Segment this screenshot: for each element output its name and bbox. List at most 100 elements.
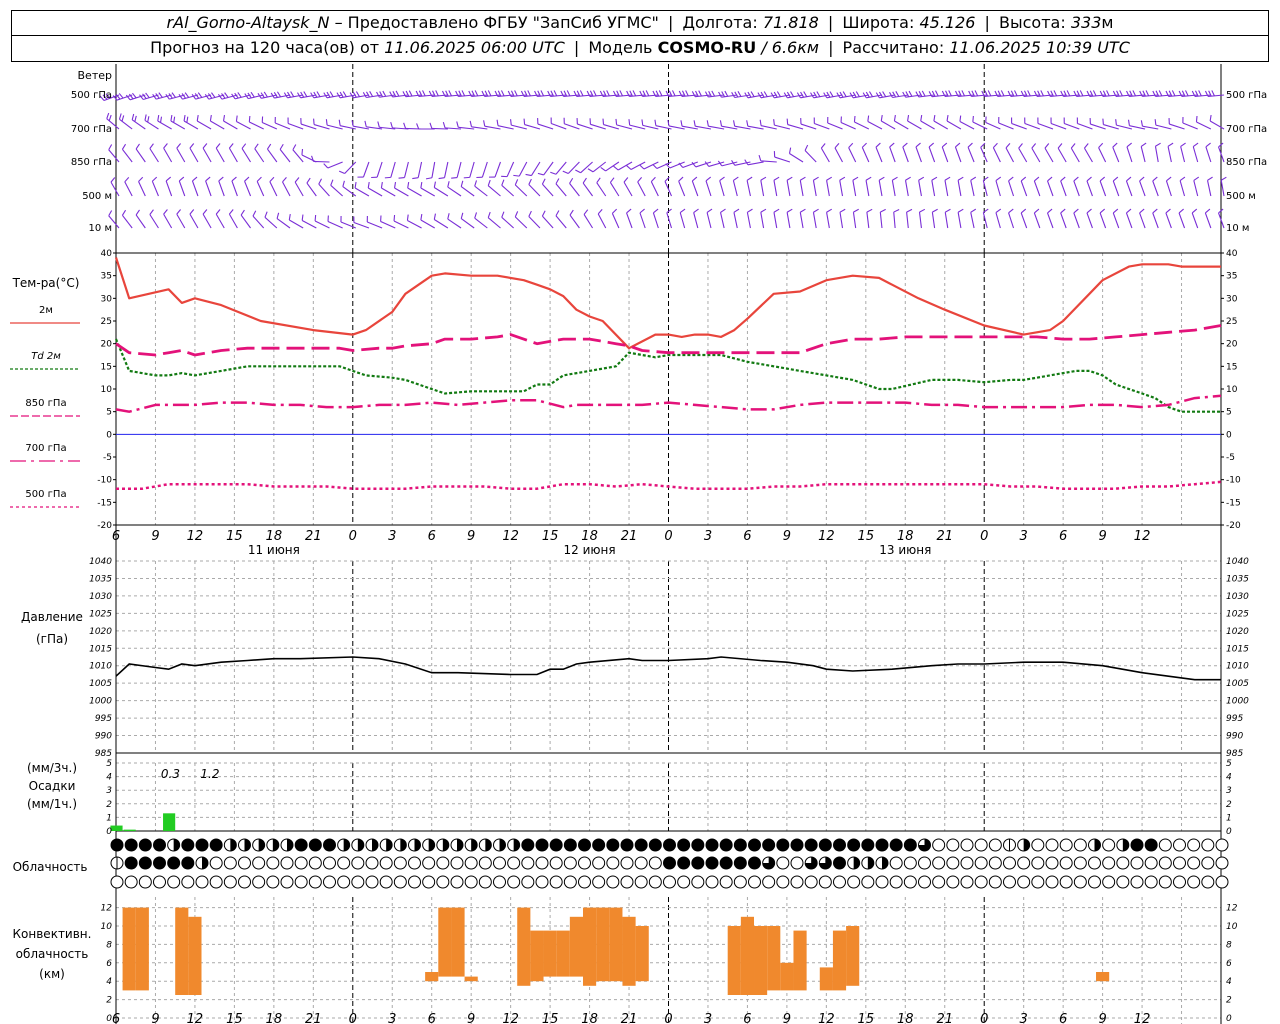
cloud-circle-fill [578, 839, 591, 851]
cloud-circle [436, 875, 450, 889]
wind-barb-staff [1020, 212, 1028, 229]
wind-barb-staff [344, 161, 357, 174]
wind-barb-staff [431, 127, 448, 130]
wind-barb-staff [626, 212, 633, 229]
pressure-tick-left: 1035 [89, 574, 112, 584]
wind-barb-feather [292, 144, 297, 151]
wind-barb [474, 212, 488, 229]
cloud-circle [648, 875, 662, 889]
cloud-circle-outline [450, 856, 464, 870]
wind-barb [954, 142, 962, 163]
temp-tick-right: 30 [1226, 294, 1238, 304]
cloud-circle [606, 875, 620, 889]
cloud-circle-outline [1031, 856, 1045, 870]
bottom-time-axis-tick-label: 18 [581, 1012, 598, 1024]
cloud-circle [918, 838, 931, 852]
wind-barb-feather [776, 91, 781, 97]
cloud-circle [308, 856, 322, 870]
wind-barb-feather [108, 144, 113, 151]
wind-barb-feather [632, 90, 637, 97]
cloud-circle [323, 838, 336, 852]
wind-barb [972, 115, 988, 130]
wind-barb [1178, 208, 1186, 229]
wind-barb-feather [276, 212, 280, 219]
wind-barb [1057, 143, 1067, 163]
cloud-circle [578, 875, 591, 889]
conv-bar [135, 907, 149, 991]
wind-barb-staff [528, 216, 541, 229]
cloud-circle [818, 875, 832, 889]
wind-barb [338, 161, 357, 175]
wind-barb [433, 213, 449, 229]
wind-barb-feather [834, 142, 840, 149]
wind-barb [893, 208, 900, 229]
wind-barb-feather [773, 91, 778, 98]
wind-barb [425, 161, 436, 180]
cloud-circle-outline [1187, 875, 1201, 889]
wind-barb-feather [1000, 90, 1005, 97]
wind-barb-feather [316, 91, 321, 97]
cloud-circle-outline [110, 875, 124, 889]
wind-barb-feather [944, 176, 951, 181]
precip-tick-right: 3 [1226, 786, 1232, 796]
wind-barb-feather [719, 120, 723, 127]
cloud-circle [1059, 856, 1073, 870]
cloud-circle [393, 856, 407, 870]
wind-barb-feather [1060, 208, 1066, 214]
wind-barb-staff [902, 146, 909, 163]
wind-barb-feather [1132, 90, 1137, 97]
wind-barb-feather [176, 143, 181, 149]
cloud-circle-fill [904, 839, 917, 851]
wind-barb-staff [611, 213, 620, 229]
wind-barb-feather [376, 91, 380, 98]
conv-title-1: Конвективн. [13, 927, 92, 941]
wind-barb-staff [404, 161, 409, 178]
wind-barb-feather [342, 180, 345, 187]
cloud-circle [988, 838, 1002, 852]
conv-tick-left: 4 [106, 977, 112, 987]
temp-tick-right: -5 [1226, 453, 1235, 463]
wind-barb-feather [839, 208, 846, 213]
wind-barb-staff [262, 121, 278, 130]
wind-barb [183, 114, 199, 130]
wind-barb-feather [121, 143, 127, 150]
wind-barb-feather [108, 210, 113, 217]
cloud-circle [223, 838, 237, 852]
wind-barb-feather [145, 92, 150, 99]
wind-barb-feather [171, 92, 176, 98]
cloud-circle-outline [1045, 856, 1059, 870]
cloud-circle-fill [748, 839, 761, 851]
wind-barb-feather [773, 176, 780, 181]
wind-barb-staff [1125, 180, 1133, 197]
cloud-circle [351, 838, 365, 852]
cloud-circle [1215, 838, 1229, 852]
conv-bar [780, 962, 794, 991]
bottom-time-axis-tick-label: 18 [897, 1012, 914, 1024]
cloud-circle-outline [1017, 856, 1031, 870]
wind-barb [732, 176, 739, 197]
wind-barb-feather [1079, 90, 1084, 97]
cloud-circle [932, 838, 946, 852]
wind-barb [371, 161, 383, 179]
cloud-circle [578, 838, 591, 852]
cloud-circle [691, 838, 705, 852]
cloud-circle-outline [1073, 856, 1087, 870]
wind-barb-feather [183, 114, 186, 122]
cloud-circle [1215, 856, 1229, 870]
cloud-circle-outline [1102, 838, 1116, 852]
wind-barb-feather [352, 91, 357, 98]
wind-barb-staff [514, 216, 528, 229]
wind-barb [279, 143, 291, 163]
cloud-circle [252, 838, 266, 852]
wind-barb-feather [158, 92, 163, 98]
cloud-circle-fill [819, 839, 832, 851]
cloud-circle-fill [748, 857, 761, 869]
wind-barb [760, 176, 767, 197]
cloud-circle-outline [776, 856, 790, 870]
wind-barb-feather [263, 91, 268, 98]
cloud-circle [308, 838, 322, 852]
wind-barb-feather [816, 91, 821, 97]
wind-barb-feather [718, 91, 722, 98]
conv-bar [122, 907, 136, 991]
wind-barb-feather [149, 143, 154, 149]
